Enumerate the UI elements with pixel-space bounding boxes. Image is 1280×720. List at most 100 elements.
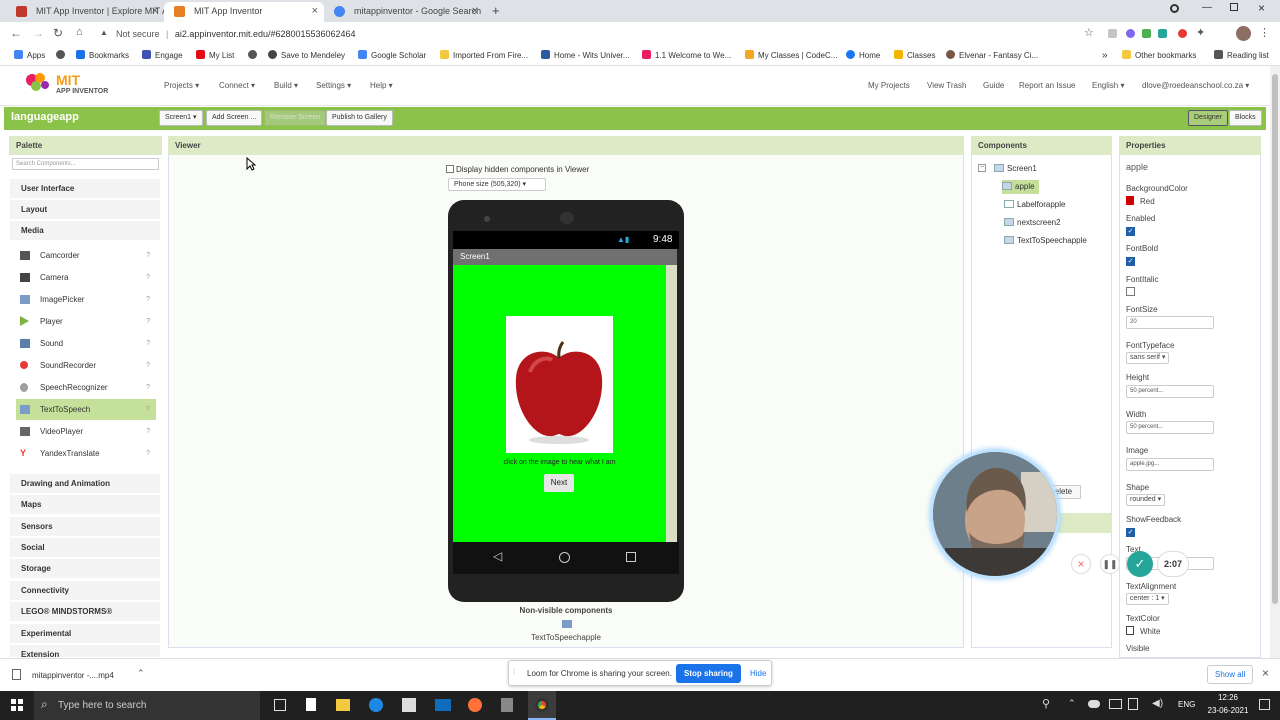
palette-category-storage[interactable]: Storage	[10, 559, 160, 579]
bookmark-imported[interactable]: Imported From Fire...	[440, 49, 528, 63]
palette-category-maps[interactable]: Maps	[10, 495, 160, 515]
file-explorer-icon[interactable]	[336, 699, 350, 711]
white-swatch-icon[interactable]	[1126, 626, 1134, 635]
width-input[interactable]: 50 percent...	[1126, 421, 1214, 434]
webcam-bubble[interactable]	[930, 449, 1060, 579]
language-menu[interactable]: English ▾	[1092, 81, 1124, 90]
menu-help[interactable]: Help ▾	[370, 81, 393, 90]
shape-select[interactable]: rounded ▾	[1126, 494, 1166, 506]
tab-google-search[interactable]: mitappinventor - Google Search ×	[324, 2, 484, 22]
menu-build[interactable]: Build ▾	[274, 81, 298, 90]
clock-date[interactable]: 23-06-2021	[1203, 706, 1253, 715]
onedrive-icon[interactable]	[1088, 700, 1100, 708]
tree-item-label[interactable]: Labelforapple	[1004, 198, 1065, 212]
notification-icon[interactable]	[1259, 699, 1270, 710]
next-button[interactable]: Next	[544, 474, 574, 492]
extension-icon[interactable]	[1142, 29, 1151, 38]
palette-item-texttospeech[interactable]: TextToSpeech?	[16, 399, 156, 420]
avatar[interactable]	[1236, 26, 1251, 41]
bookmark-globe[interactable]	[56, 49, 69, 63]
extension-icon[interactable]	[1126, 29, 1135, 38]
collapse-tree-icon[interactable]: −	[978, 164, 986, 172]
add-screen-button[interactable]: Add Screen ...	[206, 110, 263, 126]
palette-category-media[interactable]: Media	[10, 221, 160, 241]
taskbar-search-box[interactable]: ⌕ Type here to search	[34, 691, 260, 720]
nav-home-icon[interactable]	[559, 552, 570, 563]
palette-category-extension[interactable]: Extension	[10, 645, 160, 658]
maximize-icon[interactable]	[1230, 3, 1238, 11]
apple-button-image[interactable]	[506, 316, 613, 453]
mail-icon[interactable]	[435, 699, 451, 711]
more-menu-icon[interactable]: ⋮	[1259, 26, 1270, 39]
link-view-trash[interactable]: View Trash	[927, 81, 966, 90]
home-icon[interactable]: ⌂	[76, 26, 83, 38]
cancel-recording-icon[interactable]: ×	[1071, 554, 1091, 574]
palette-category-drawing[interactable]: Drawing and Animation	[10, 474, 160, 494]
height-input[interactable]: 50 percent...	[1126, 385, 1214, 398]
fontbold-checkbox[interactable]: ✓	[1126, 257, 1135, 266]
bookmark-engage[interactable]: Engage	[142, 49, 183, 63]
close-tab-icon[interactable]: ×	[312, 2, 318, 20]
bookmark-elvenar[interactable]: Elvenar - Fantasy Ci...	[946, 49, 1038, 63]
palette-item-player[interactable]: Player?	[16, 311, 156, 332]
fontsize-input[interactable]: 20	[1126, 316, 1214, 329]
palette-item-camcorder[interactable]: Camcorder?	[16, 245, 156, 266]
image-input[interactable]: apple.jpg...	[1126, 458, 1214, 471]
tree-item-nextscreen2[interactable]: nextscreen2	[1004, 216, 1061, 230]
close-window-icon[interactable]: ×	[1258, 1, 1265, 15]
blocks-button[interactable]: Blocks	[1229, 110, 1262, 126]
bookmark-bookmarks[interactable]: Bookmarks	[76, 49, 129, 63]
phone-size-select[interactable]: Phone size (505,320) ▾	[448, 178, 546, 191]
new-tab-button[interactable]: +	[492, 3, 500, 18]
tree-item-apple[interactable]: apple	[1002, 180, 1039, 194]
extension-icon[interactable]	[1108, 29, 1117, 38]
palette-category-experimental[interactable]: Experimental	[10, 624, 160, 644]
download-filename[interactable]: mitappinventor -....mp4	[32, 671, 114, 680]
task-view-icon[interactable]	[274, 699, 286, 711]
help-icon[interactable]: ?	[146, 377, 150, 398]
red-swatch-icon[interactable]	[1126, 196, 1134, 205]
help-icon[interactable]: ?	[146, 267, 150, 288]
link-report-issue[interactable]: Report an Issue	[1019, 81, 1075, 90]
nonvisible-item[interactable]: TextToSpeechapple	[448, 633, 684, 642]
enabled-checkbox[interactable]: ✓	[1126, 227, 1135, 236]
tree-item-tts[interactable]: TextToSpeechapple	[1004, 234, 1087, 248]
fontitalic-checkbox[interactable]	[1126, 287, 1135, 296]
bookmark-home[interactable]: Home	[846, 49, 880, 63]
nav-recents-icon[interactable]	[626, 552, 636, 562]
notepad-app-icon[interactable]	[306, 698, 316, 711]
minimize-icon[interactable]: —	[1202, 2, 1212, 13]
language-indicator[interactable]: ENG	[1178, 700, 1195, 709]
hide-banner-button[interactable]: Hide	[750, 669, 766, 678]
help-icon[interactable]: ?	[146, 311, 150, 332]
bookmark-my-list[interactable]: My List	[196, 49, 234, 63]
prop-textcolor-value[interactable]: White	[1140, 627, 1160, 636]
publish-gallery-button[interactable]: Publish to Gallery	[326, 110, 393, 126]
tray-arrow-icon[interactable]: ⌃	[1068, 698, 1076, 709]
palette-item-sound[interactable]: Sound?	[16, 333, 156, 354]
palette-item-videoplayer[interactable]: VideoPlayer?	[16, 421, 156, 442]
network-icon[interactable]	[1109, 699, 1122, 709]
palette-item-speechrecognizer[interactable]: SpeechRecognizer?	[16, 377, 156, 398]
show-all-button[interactable]: Show all	[1207, 665, 1254, 684]
download-menu-icon[interactable]: ⌃	[137, 668, 145, 679]
bookmark-apps[interactable]: Apps	[14, 49, 45, 63]
alignment-select[interactable]: center : 1 ▾	[1126, 593, 1169, 605]
tree-screen1[interactable]: Screen1	[994, 162, 1037, 176]
palette-item-soundrecorder[interactable]: SoundRecorder?	[16, 355, 156, 376]
showfeedback-checkbox[interactable]: ✓	[1126, 528, 1135, 537]
bookmark-scholar[interactable]: Google Scholar	[358, 49, 426, 63]
app-icon[interactable]	[501, 698, 513, 712]
reload-icon[interactable]: ↻	[53, 26, 63, 40]
app-inventor-logo-icon[interactable]	[24, 71, 54, 93]
drag-handle-icon[interactable]: ⁞	[513, 667, 515, 676]
bookmark-other[interactable]: Other bookmarks	[1122, 49, 1196, 63]
bookmark-codec[interactable]: My Classes | CodeC...	[745, 49, 837, 63]
palette-category-lego[interactable]: LEGO® MINDSTORMS®	[10, 602, 160, 622]
back-icon[interactable]: ←	[10, 26, 22, 40]
menu-settings[interactable]: Settings ▾	[316, 81, 351, 90]
bookmark-reading-list[interactable]: Reading list	[1214, 49, 1269, 63]
help-icon[interactable]: ?	[146, 421, 150, 442]
clock-time[interactable]: 12:26	[1206, 693, 1250, 702]
help-icon[interactable]: ?	[146, 289, 150, 310]
